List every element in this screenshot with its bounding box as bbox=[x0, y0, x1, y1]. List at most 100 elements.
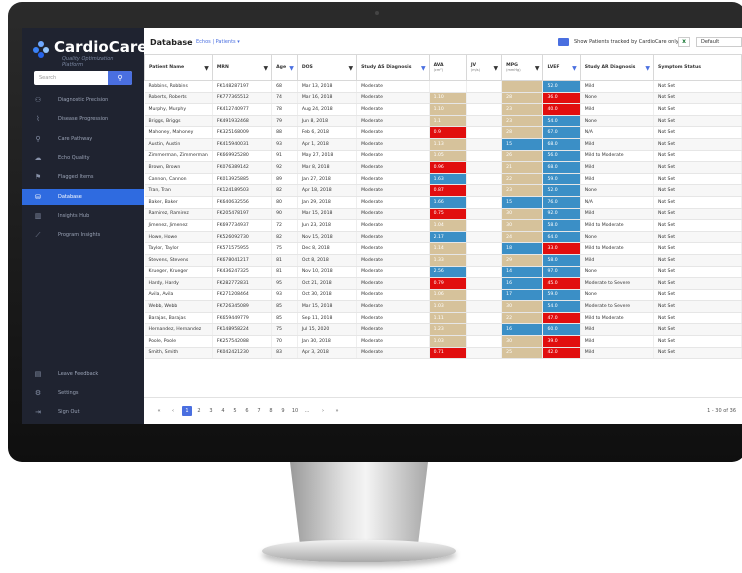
col-header-dos[interactable]: DOS ▼ bbox=[296, 54, 358, 81]
col-header-mrn[interactable]: MRN ▼ bbox=[211, 54, 273, 81]
cell-symptom-status: Not Set bbox=[653, 347, 742, 360]
page-6-button[interactable]: 6 bbox=[242, 406, 252, 416]
cell-study-as-diagnosis: Moderate bbox=[356, 80, 430, 93]
page-5-button[interactable]: 5 bbox=[230, 406, 240, 416]
search-button[interactable]: ⚲ bbox=[108, 71, 132, 85]
page-4-button[interactable]: 4 bbox=[218, 406, 228, 416]
table-row[interactable]: Barajas, Barajas FK659449779 85 Sep 11, 201… bbox=[144, 312, 742, 325]
sidebar-item-label: Flagged Items bbox=[58, 174, 94, 181]
cell-age: 92 bbox=[271, 161, 298, 174]
cell-mpg: 30 bbox=[501, 219, 544, 232]
table-row[interactable]: Baker, Baker FK640632556 80 Jan 29, 2018 Mod… bbox=[144, 196, 742, 209]
page-3-button[interactable]: 3 bbox=[206, 406, 216, 416]
sidebar-item-insights-hub[interactable]: ▥ Insights Hub bbox=[22, 208, 144, 224]
table-row[interactable]: Zimmerman, Zimmerman FK669925280 91 May 27,… bbox=[144, 150, 742, 163]
last-page-button[interactable]: » bbox=[332, 406, 342, 416]
cell-symptom-status: Not Set bbox=[653, 184, 742, 197]
sidebar-item-disease-progression[interactable]: ⌇ Disease Progression bbox=[22, 111, 144, 127]
cell-mrn: FK271208464 bbox=[212, 289, 273, 302]
col-header-symptom-status[interactable]: Symptom Status bbox=[653, 54, 742, 81]
sidebar-item-leave-feedback[interactable]: ▤ Leave Feedback bbox=[22, 366, 144, 382]
table-row[interactable]: Taylor, Taylor FK571575955 75 Dec 8, 2018 Mo… bbox=[144, 242, 742, 255]
cell-patient-name: Smith, Smith bbox=[144, 347, 213, 360]
default-view-button[interactable]: Default bbox=[696, 37, 742, 47]
cell-mpg: 24 bbox=[501, 231, 544, 244]
page-10-button[interactable]: 10 bbox=[290, 406, 300, 416]
table-row[interactable]: Brown, Brown FK076389142 92 Mar 8, 2018 Mode… bbox=[144, 161, 742, 174]
filter-icon[interactable]: ▼ bbox=[645, 65, 650, 72]
table-row[interactable]: Mahoney, Mahoney FK325168009 88 Feb 6, 2018… bbox=[144, 126, 742, 139]
table-row[interactable]: Jimenez, Jimenez FK697734937 72 Jun 23, 201… bbox=[144, 219, 742, 232]
tracked-only-toggle[interactable] bbox=[558, 38, 569, 46]
page-1-button[interactable]: 1 bbox=[182, 406, 192, 416]
cell-jv bbox=[466, 208, 503, 221]
cell-mpg: 29 bbox=[501, 254, 544, 267]
sidebar-item-settings[interactable]: ⚙ Settings bbox=[22, 385, 144, 401]
cell-age: 78 bbox=[271, 103, 298, 116]
table-row[interactable]: Tran, Tran FK124189503 82 Apr 18, 2018 Moder… bbox=[144, 184, 742, 197]
cell-ava: 0.71 bbox=[429, 347, 467, 360]
cell-patient-name: Baker, Baker bbox=[144, 196, 213, 209]
table-row[interactable]: Hardy, Hardy FK282772831 95 Oct 21, 2018 Mod… bbox=[144, 277, 742, 290]
page-9-button[interactable]: 9 bbox=[278, 406, 288, 416]
filter-icon[interactable]: ▼ bbox=[289, 65, 294, 72]
sidebar-item-database[interactable]: ⛁ Database bbox=[22, 188, 144, 205]
sidebar-item-diagnostic-precision[interactable]: ⚇ Diagnostic Precision bbox=[22, 92, 144, 108]
col-header-study-ar-diagnosis[interactable]: Study AR Diagnosis ▼ bbox=[579, 54, 655, 81]
cell-dos: Oct 8, 2018 bbox=[297, 254, 358, 267]
filter-icon[interactable]: ▼ bbox=[204, 65, 209, 72]
col-header-label: Patient Name bbox=[149, 65, 185, 70]
export-excel-button[interactable]: x bbox=[678, 37, 690, 47]
table-row[interactable]: Roberts, Roberts FK777365512 74 Mar 16, 201… bbox=[144, 92, 742, 105]
filter-icon[interactable]: ▼ bbox=[263, 65, 268, 72]
table-row[interactable]: Murphy, Murphy FK412740977 78 Aug 24, 2018 M… bbox=[144, 103, 742, 116]
table-row[interactable]: Robbins, Robbins FK148287197 68 Mar 13, 201… bbox=[144, 80, 742, 93]
cell-mrn: FK013925885 bbox=[212, 173, 273, 186]
col-header-study-as-diagnosis[interactable]: Study AS Diagnosis ▼ bbox=[356, 54, 430, 81]
table-row[interactable]: Howe, Howe FK526092730 82 Nov 15, 2018 Moder… bbox=[144, 231, 742, 244]
cell-patient-name: Poole, Poole bbox=[144, 335, 213, 348]
table-row[interactable]: Poole, Poole FK257542088 70 Jan 30, 2018 Mod… bbox=[144, 335, 742, 348]
table-row[interactable]: Ramirez, Ramirez FK205478197 90 Mar 15, 201… bbox=[144, 208, 742, 221]
col-header-ava[interactable]: AVA (cm²) bbox=[428, 54, 467, 81]
cell-dos: Jul 15, 2020 bbox=[297, 323, 358, 337]
table-row[interactable]: Cannon, Cannon FK013925885 89 Jan 27, 2018 M… bbox=[144, 173, 742, 186]
table-row[interactable]: Avila, Avila FK271208464 93 Oct 30, 2018 Mod… bbox=[144, 289, 742, 302]
table-row[interactable]: Smith, Smith FK042421230 83 Apr 3, 2018 Mode… bbox=[144, 347, 742, 360]
sidebar-item-program-insights[interactable]: ⟋ Program Insights bbox=[22, 227, 144, 243]
table-row[interactable]: Austin, Austin FK415940031 93 Apr 1, 2018 Mo… bbox=[144, 138, 742, 151]
table-row[interactable]: Briggs, Briggs FK491932468 79 Jun 8, 2018 Mo… bbox=[144, 115, 742, 128]
breadcrumb-echos[interactable]: Echos bbox=[196, 39, 211, 45]
table-row[interactable]: Stevens, Stevens FK678041217 81 Oct 8, 2018… bbox=[144, 254, 742, 267]
filter-icon[interactable]: ▼ bbox=[535, 65, 540, 72]
col-header-lvef[interactable]: LVEF ▼ bbox=[542, 54, 581, 81]
breadcrumb-patients-dropdown[interactable]: Patients ▾ bbox=[216, 39, 240, 45]
col-header-mpg[interactable]: MPG (mmHg) ▼ bbox=[501, 54, 544, 81]
sidebar-item-flagged-items[interactable]: ⚑ Flagged Items bbox=[22, 169, 144, 185]
prev-page-button[interactable]: ‹ bbox=[168, 406, 178, 416]
sidebar-item-care-pathway[interactable]: ⚲ Care Pathway bbox=[22, 131, 144, 147]
brand[interactable]: CardioCare Quality Optimization Platform bbox=[32, 38, 147, 68]
col-header-age[interactable]: Age ▼ bbox=[271, 54, 298, 81]
table-row[interactable]: Krueger, Krueger FK436247325 81 Nov 10, 201… bbox=[144, 266, 742, 279]
cell-symptom-status: Not Set bbox=[653, 196, 742, 209]
table-row[interactable]: Webb, Webb FK726345089 85 Mar 15, 2018 Moder… bbox=[144, 300, 742, 313]
next-page-button[interactable]: › bbox=[318, 406, 328, 416]
page-7-button[interactable]: 7 bbox=[254, 406, 264, 416]
col-header-patient-name[interactable]: Patient Name ▼ bbox=[144, 54, 213, 81]
sidebar-item-label: Care Pathway bbox=[58, 135, 93, 142]
filter-icon[interactable]: ▼ bbox=[572, 65, 577, 72]
page-8-button[interactable]: 8 bbox=[266, 406, 276, 416]
first-page-button[interactable]: « bbox=[154, 406, 164, 416]
page-ellipsis-button[interactable]: ... bbox=[302, 406, 312, 416]
filter-icon[interactable]: ▼ bbox=[421, 65, 426, 72]
table-row[interactable]: Hernandez, Hernandez FK148958224 75 Jul 15,… bbox=[144, 323, 742, 337]
sidebar-item-sign-out[interactable]: ⇥ Sign Out bbox=[22, 404, 144, 420]
filter-icon[interactable]: ▼ bbox=[494, 65, 499, 72]
col-header-jv[interactable]: JV (m/s) ▼ bbox=[465, 54, 503, 81]
cell-dos: Oct 21, 2018 bbox=[297, 277, 358, 290]
filter-icon[interactable]: ▼ bbox=[348, 65, 353, 72]
cell-dos: May 27, 2018 bbox=[297, 150, 358, 163]
page-2-button[interactable]: 2 bbox=[194, 406, 204, 416]
sidebar-item-echo-quality[interactable]: ☁ Echo Quality bbox=[22, 150, 144, 166]
